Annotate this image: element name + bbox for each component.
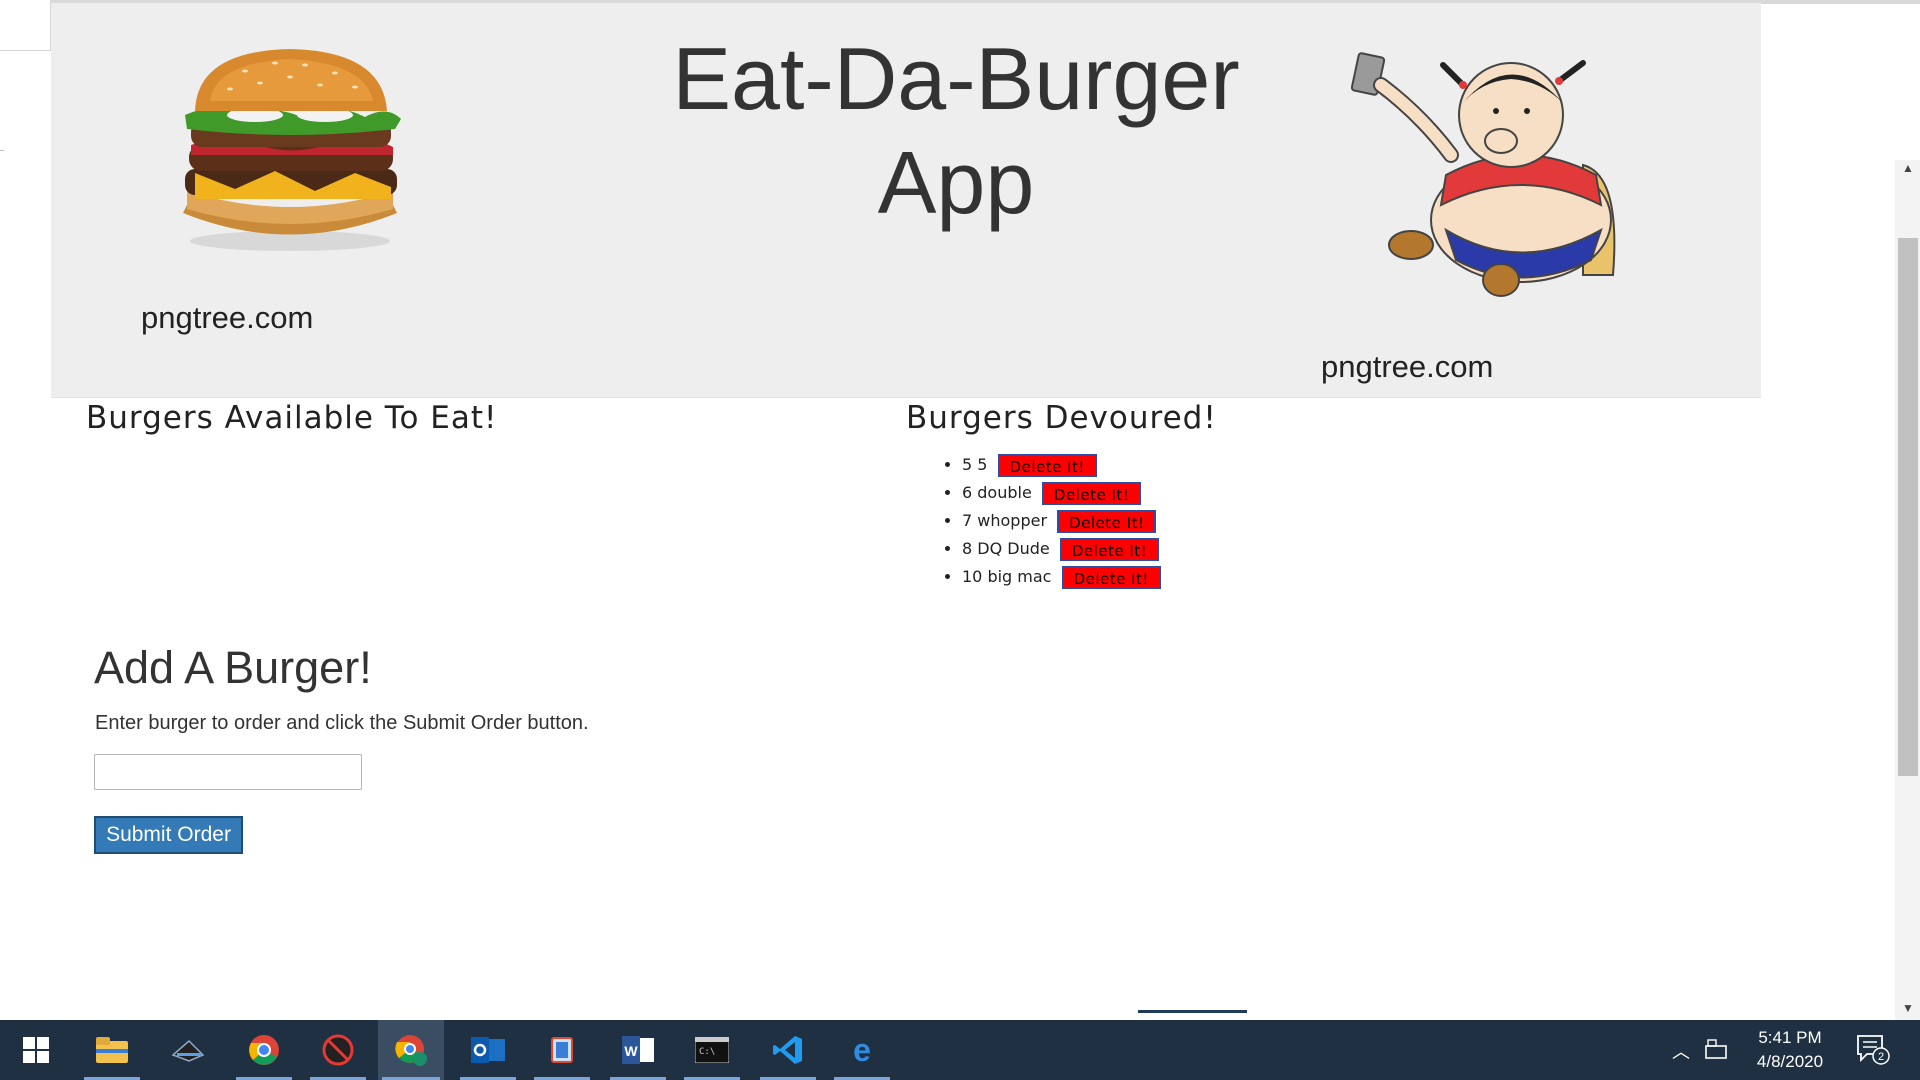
blocked-app-icon[interactable] [306,1020,370,1080]
svg-text:e: e [853,1035,871,1065]
burger-name: 7 whopper [962,511,1048,530]
word-icon[interactable]: W [606,1020,670,1080]
app-title: Eat-Da-Burger App [571,27,1341,235]
delete-burger-button[interactable]: Delete It! [1057,510,1157,533]
clock-date: 4/8/2020 [1756,1052,1824,1071]
available-burgers-heading: Burgers Available To Eat! [86,400,498,436]
delete-burger-button[interactable]: Delete It! [1061,566,1161,589]
add-burger-instructions: Enter burger to order and click the Subm… [95,712,589,734]
list-item: 5 5 Delete It! [962,452,1161,480]
burger-name: 10 big mac [962,567,1052,586]
devoured-burgers-heading: Burgers Devoured! [906,400,1217,436]
devoured-burgers-list: 5 5 Delete It! 6 double Delete It! 7 who… [944,452,1161,592]
burger-name: 6 double [962,483,1032,502]
underline-mark [1138,1010,1247,1013]
edge-icon[interactable]: e [830,1020,894,1080]
burger-name: 5 5 [962,455,988,474]
delete-burger-button[interactable]: Delete It! [1041,482,1142,505]
terminal-icon[interactable]: C:\ [680,1020,744,1080]
submit-order-button[interactable]: Submit Order [94,816,243,854]
app-title-line1: Eat-Da-Burger [672,29,1240,128]
list-item: 6 double Delete It! [962,480,1161,508]
delete-burger-button[interactable]: Delete It! [997,454,1097,477]
edge-tick [0,150,4,151]
outlook-icon[interactable] [456,1020,520,1080]
image-credit-left: pngtree.com [141,300,314,335]
chrome-icon[interactable] [232,1020,296,1080]
notification-count: 2 [1878,1051,1884,1063]
taskbar-clock[interactable]: 5:41 PM 4/8/2020 [1725,1026,1855,1074]
taskbar: W C:\ e ︿ 5:41 PM 4/8/2020 2 [0,1020,1920,1080]
jumbotron-header: pngtree.com pngtree.com Eat-Da-Burger Ap… [51,3,1761,398]
list-item: 7 whopper Delete It! [962,508,1161,536]
chrome-profile-icon[interactable] [378,1020,444,1080]
image-credit-right: pngtree.com [1321,349,1494,384]
burger-name-input[interactable] [94,754,362,790]
windows-start-icon[interactable] [4,1020,68,1080]
vscode-icon[interactable] [756,1020,820,1080]
scroll-up-icon[interactable]: ▲ [1899,160,1917,176]
cartoon-girl-image [1351,52,1616,297]
burger-name: 8 DQ Dude [962,539,1050,558]
add-burger-heading: Add A Burger! [94,642,372,693]
scanner-icon[interactable] [156,1020,220,1080]
notification-icon[interactable]: 2 [1855,1032,1891,1071]
tray-chevron-up-icon[interactable]: ︿ [1672,1038,1690,1064]
browser-edge-panel [0,0,51,51]
burger-image [183,49,401,251]
app-title-line2: App [877,133,1035,232]
scroll-down-icon[interactable]: ▼ [1899,1000,1917,1016]
file-explorer-icon[interactable] [80,1020,144,1080]
svg-text:W: W [624,1043,638,1059]
svg-text:C:\: C:\ [699,1047,715,1057]
clock-time: 5:41 PM [1758,1028,1822,1047]
scrollbar-thumb[interactable] [1898,238,1918,776]
list-item: 8 DQ Dude Delete It! [962,536,1161,564]
list-item: 10 big mac Delete It! [962,564,1161,592]
delete-burger-button[interactable]: Delete It! [1059,538,1160,561]
teams-icon[interactable] [530,1020,594,1080]
